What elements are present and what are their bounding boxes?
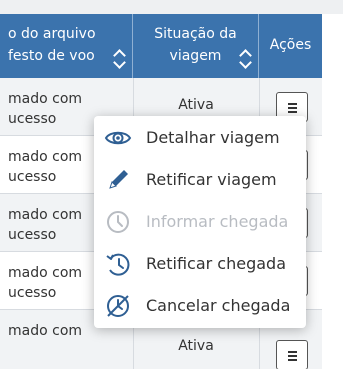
- file-status-cell: mado com ucesso: [8, 205, 82, 245]
- menu-item-rectify-trip[interactable]: Retificar viagem: [94, 162, 306, 198]
- file-status-line1: mado com: [8, 91, 83, 107]
- menu-item-label: Informar chegada: [146, 212, 289, 231]
- file-status-line2: ucesso: [8, 227, 57, 243]
- menu-item-label: Retificar viagem: [146, 170, 277, 189]
- file-status-line1: mado com: [8, 149, 83, 165]
- sort-icon[interactable]: [239, 48, 252, 69]
- actions-menu-button[interactable]: [276, 340, 308, 369]
- menu-item-label: Retificar chegada: [146, 254, 287, 273]
- clock-cancel-icon: [107, 295, 129, 317]
- trip-status-cell: Ativa: [178, 97, 214, 113]
- top-strip: [0, 0, 343, 14]
- column-header-actions-label: Ações: [269, 37, 312, 53]
- column-header-file-status-line1: o do arquivo: [8, 26, 96, 42]
- file-status-line1: mado com: [8, 323, 83, 339]
- menu-item-detail-trip[interactable]: Detalhar viagem: [94, 120, 306, 156]
- clock-icon: [107, 211, 129, 233]
- file-status-line2: ucesso: [8, 111, 57, 127]
- file-status-line2: ucesso: [8, 169, 57, 185]
- sort-icon[interactable]: [113, 48, 126, 69]
- column-header-trip-status[interactable]: Situação da viagem: [133, 14, 259, 78]
- clock-rewind-icon: [106, 253, 130, 276]
- menu-item-label: Cancelar chegada: [146, 296, 291, 315]
- column-header-file-status[interactable]: o do arquivo festo de voo: [0, 14, 133, 78]
- file-status-line1: mado com: [8, 265, 83, 281]
- file-status-cell: mado com ucesso: [8, 89, 82, 129]
- file-status-line2: ucesso: [8, 285, 57, 301]
- menu-icon: [288, 351, 297, 363]
- file-status-cell: mado com ucesso: [8, 147, 82, 187]
- menu-icon: [288, 103, 297, 115]
- pencil-icon: [109, 170, 128, 189]
- table-header: o do arquivo festo de voo Situação da vi…: [0, 14, 322, 78]
- menu-item-cancel-arrival[interactable]: Cancelar chegada: [94, 288, 306, 324]
- file-status-cell: mado com ucesso: [8, 263, 82, 303]
- menu-item-rectify-arrival[interactable]: Retificar chegada: [94, 246, 306, 282]
- column-header-actions: Ações: [259, 14, 322, 78]
- file-status-line1: mado com: [8, 207, 83, 223]
- menu-item-inform-arrival: Informar chegada: [94, 204, 306, 240]
- column-header-trip-status-line1: Situação da: [154, 26, 237, 42]
- eye-icon: [104, 131, 132, 145]
- file-status-cell: mado com: [8, 321, 82, 341]
- actions-dropdown-menu: Detalhar viagem Retificar viagem Informa…: [94, 116, 306, 328]
- menu-item-label: Detalhar viagem: [146, 128, 280, 147]
- trip-status-cell: Ativa: [178, 338, 214, 354]
